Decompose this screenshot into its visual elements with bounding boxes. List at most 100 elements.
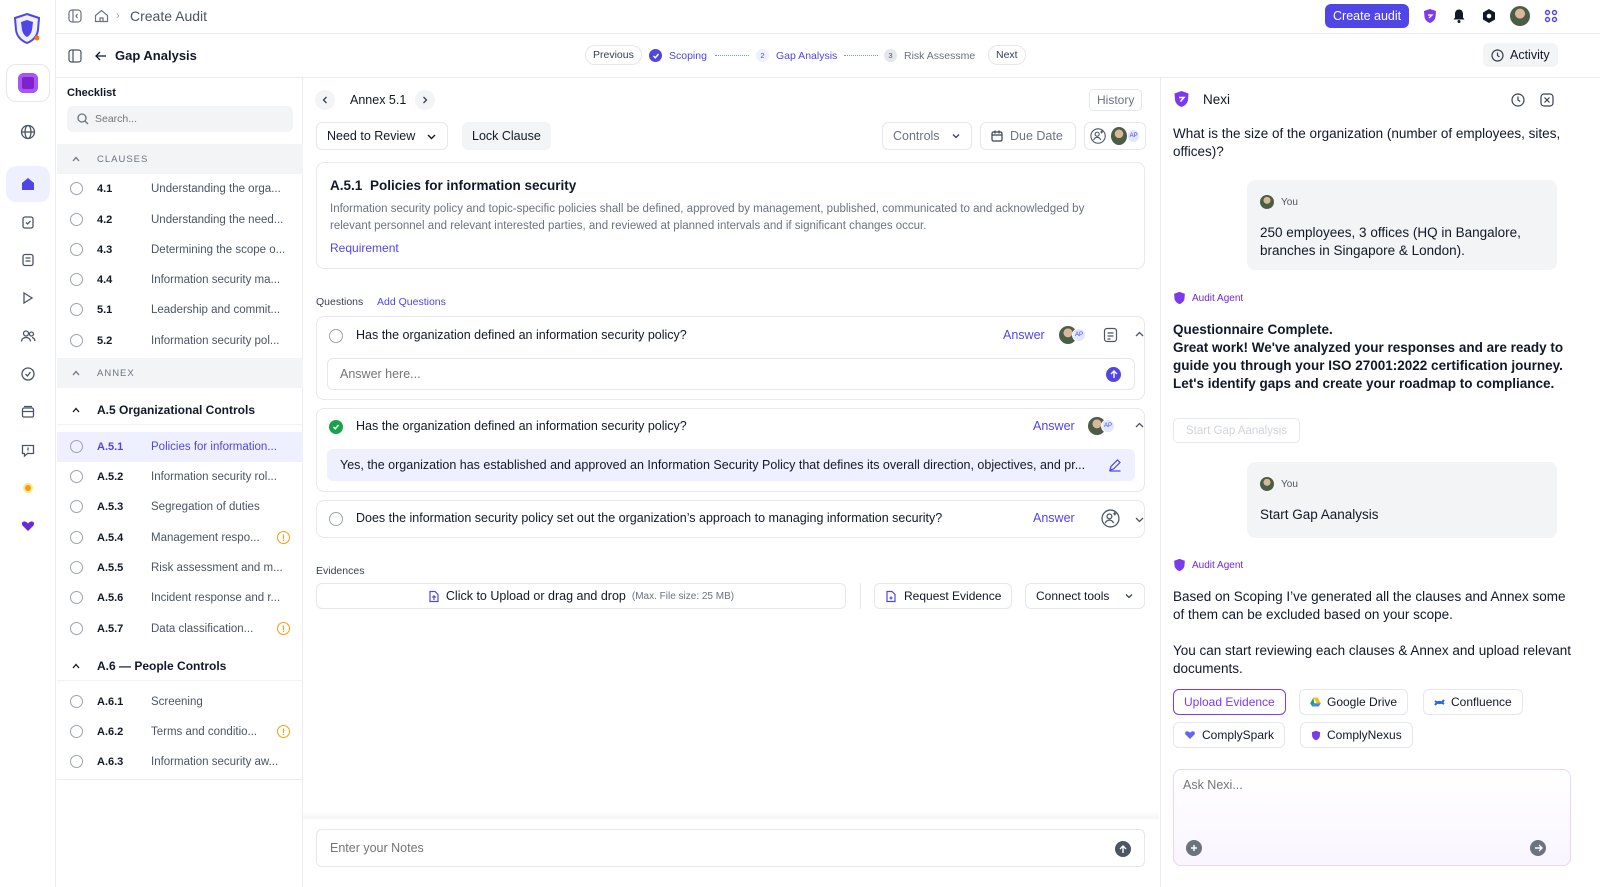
chat-input[interactable] [1183, 778, 1553, 818]
answer-link[interactable]: Answer [1003, 328, 1045, 342]
check-complete-icon[interactable] [329, 420, 343, 434]
step-gap-analysis[interactable]: 2 Gap Analysis [756, 49, 837, 62]
notes-input[interactable] [316, 829, 1145, 867]
next-button[interactable]: Next [988, 45, 1026, 65]
apps-grid-icon[interactable] [1544, 9, 1558, 23]
checklist-item[interactable]: A.5.2 Information security rol... [57, 462, 303, 492]
checklist-item[interactable]: 4.2 Understanding the need... [57, 205, 303, 235]
checklist-item[interactable]: A.5.6 Incident response and r... [57, 583, 303, 613]
answer-link[interactable]: Answer [1033, 419, 1075, 433]
checklist-item[interactable]: A.6.1 Screening [57, 687, 303, 717]
history-icon[interactable] [1511, 93, 1525, 107]
complynexus-chip[interactable]: ComplyNexus [1300, 722, 1413, 748]
item-number: 5.1 [97, 304, 113, 316]
check-circle-icon[interactable] [329, 329, 343, 343]
users-icon[interactable] [6, 318, 50, 354]
checklist-item[interactable]: A.5.3 Segregation of duties [57, 492, 303, 522]
checklist-item[interactable]: 5.2 Information security pol... [57, 326, 303, 356]
user-avatar[interactable] [1510, 6, 1530, 26]
prev-annex-button[interactable] [315, 90, 335, 110]
activity-button[interactable]: Activity [1483, 43, 1558, 67]
breadcrumb-current[interactable]: Create Audit [130, 8, 207, 24]
controls-dropdown[interactable]: Controls [882, 122, 972, 150]
start-gap-analysis-button[interactable]: Start Gap Aanalysis [1173, 418, 1300, 443]
add-questions-link[interactable]: Add Questions [377, 296, 446, 308]
create-audit-button[interactable]: Create audit [1325, 4, 1410, 28]
checklist-item[interactable]: A.5.7 Data classification...! [57, 614, 303, 644]
confluence-chip[interactable]: Confluence [1423, 689, 1523, 715]
brand-shield-icon[interactable] [1422, 8, 1438, 24]
settings-icon[interactable] [1481, 8, 1497, 24]
checklist-item[interactable]: 4.3 Determining the scope o... [57, 235, 303, 265]
history-button[interactable]: History [1089, 89, 1143, 111]
home-icon[interactable] [6, 166, 50, 202]
question-assignee[interactable]: AP [1088, 417, 1115, 435]
checklist-item[interactable]: A.6.3 Information security aw... [57, 747, 303, 777]
heart-icon[interactable] [6, 508, 50, 544]
check-circle-icon[interactable] [329, 512, 343, 526]
checklist-item[interactable]: A.5.1 Policies for information... [57, 432, 303, 462]
lock-clause-button[interactable]: Lock Clause [462, 122, 551, 150]
clauses-section-header[interactable]: CLAUSES [57, 144, 303, 174]
document-icon[interactable] [6, 242, 50, 278]
answer-field[interactable] [340, 367, 1080, 381]
send-icon[interactable] [1530, 840, 1546, 856]
send-icon[interactable] [1115, 841, 1131, 857]
complyspark-chip[interactable]: ComplySpark [1173, 722, 1286, 748]
chat-alert-icon[interactable] [6, 432, 50, 468]
checklist-item[interactable]: 4.4 Information security ma... [57, 265, 303, 295]
cards-icon[interactable] [6, 394, 50, 430]
assignees[interactable]: AP [1084, 122, 1146, 150]
send-icon[interactable] [1106, 367, 1121, 382]
globe-icon[interactable] [6, 114, 50, 150]
group-label: A.5 Organizational Controls [97, 402, 256, 417]
request-evidence-button[interactable]: Request Evidence [874, 583, 1013, 609]
checklist-item[interactable]: 5.1 Leadership and commit... [57, 295, 303, 325]
checklist-item[interactable]: A.5.5 Risk assessment and m... [57, 553, 303, 583]
checklist-item[interactable]: A.5.4 Management respo...! [57, 523, 303, 553]
app-logo[interactable] [12, 12, 42, 44]
annex-section-header[interactable]: ANNEX [57, 358, 303, 388]
document-icon[interactable] [1103, 327, 1118, 343]
status-select[interactable]: Need to Review [316, 122, 448, 150]
clipboard-check-icon[interactable] [6, 204, 50, 240]
chevron-down-icon[interactable] [1134, 514, 1145, 525]
group-a6-header[interactable]: A.6 — People Controls [57, 651, 303, 681]
step-risk-assessment[interactable]: 3 Risk Assessme [884, 49, 976, 62]
add-user-icon[interactable] [1101, 509, 1120, 528]
checklist-search[interactable] [67, 106, 293, 132]
google-drive-chip[interactable]: Google Drive [1299, 689, 1409, 715]
chat-input-box[interactable] [1173, 769, 1571, 866]
workspace-switcher[interactable] [6, 64, 50, 102]
chevron-up-icon[interactable] [1134, 420, 1145, 431]
close-icon[interactable] [1540, 93, 1554, 107]
shield-search-icon[interactable] [6, 356, 50, 392]
bell-icon[interactable] [1452, 8, 1466, 24]
edit-icon[interactable] [1108, 458, 1122, 472]
chevron-up-icon[interactable] [1134, 329, 1145, 340]
checklist-item[interactable]: 4.1 Understanding the orga... [57, 174, 303, 204]
attach-plus-icon[interactable] [1186, 840, 1202, 856]
panel-toggle-icon[interactable] [68, 49, 82, 63]
home-icon[interactable] [94, 9, 109, 23]
requirement-link[interactable]: Requirement [330, 241, 399, 255]
play-icon[interactable] [6, 280, 50, 316]
checklist-item[interactable]: A.6.2 Terms and conditio...! [57, 717, 303, 747]
sun-icon[interactable] [6, 470, 50, 506]
connect-tools-dropdown[interactable]: Connect tools [1025, 583, 1145, 609]
search-input[interactable] [95, 113, 275, 125]
back-arrow-icon[interactable] [94, 49, 108, 63]
next-annex-button[interactable] [415, 90, 435, 110]
user-message: You Start Gap Aanalysis [1247, 462, 1557, 538]
upload-dropzone[interactable]: Click to Upload or drag and drop (Max. F… [316, 583, 846, 609]
due-date-button[interactable]: Due Date [980, 122, 1076, 150]
upload-evidence-chip[interactable]: Upload Evidence [1173, 689, 1286, 715]
notes-field[interactable] [330, 841, 1090, 855]
previous-button[interactable]: Previous [585, 45, 642, 65]
answer-input[interactable] [327, 358, 1135, 390]
step-scoping[interactable]: Scoping [649, 49, 707, 62]
sidebar-collapse-icon[interactable] [68, 9, 82, 23]
question-assignee[interactable]: AP [1059, 326, 1086, 344]
group-a5-header[interactable]: A.5 Organizational Controls [57, 395, 303, 425]
answer-link[interactable]: Answer [1033, 511, 1075, 525]
